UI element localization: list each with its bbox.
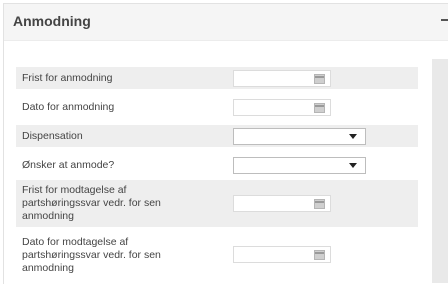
minus-icon[interactable]	[441, 19, 448, 21]
panel-title: Anmodning	[13, 13, 91, 29]
calendar-icon[interactable]	[314, 199, 325, 209]
field-label: Ønsker at anmode?	[22, 159, 115, 171]
field-row-frist-for-modtagelse: Frist for modtagelse af partshøringssvar…	[16, 180, 418, 227]
calendar-icon[interactable]	[314, 250, 325, 260]
field-label: Frist for anmodning	[22, 72, 113, 84]
field-label: Dato for modtagelse af partshøringssvar …	[22, 236, 161, 274]
frist-for-anmodning-date-input[interactable]	[233, 70, 331, 87]
onsker-at-anmode-select[interactable]	[233, 157, 366, 174]
field-row-dispensation: Dispensation	[16, 125, 418, 147]
frist-for-modtagelse-date-input[interactable]	[233, 195, 331, 212]
field-row-frist-for-anmodning: Frist for anmodning	[16, 67, 418, 89]
field-label: Dato for anmodning	[22, 101, 115, 113]
calendar-icon[interactable]	[314, 74, 325, 84]
dispensation-select[interactable]	[233, 128, 366, 145]
calendar-icon[interactable]	[314, 103, 325, 113]
dato-for-anmodning-date-input[interactable]	[233, 99, 331, 116]
dato-for-modtagelse-date-input[interactable]	[233, 246, 331, 263]
field-row-onsker-at-anmode: Ønsker at anmode?	[16, 154, 418, 176]
field-row-dato-for-anmodning: Dato for anmodning	[16, 96, 418, 118]
side-panel	[432, 59, 448, 283]
field-label: Dispensation	[22, 130, 83, 142]
chevron-down-icon	[349, 163, 357, 168]
field-label: Frist for modtagelse af partshøringssvar…	[22, 184, 161, 222]
chevron-down-icon	[349, 134, 357, 139]
panel-header: Anmodning	[4, 4, 448, 41]
field-row-dato-for-modtagelse: Dato for modtagelse af partshøringssvar …	[16, 232, 418, 279]
